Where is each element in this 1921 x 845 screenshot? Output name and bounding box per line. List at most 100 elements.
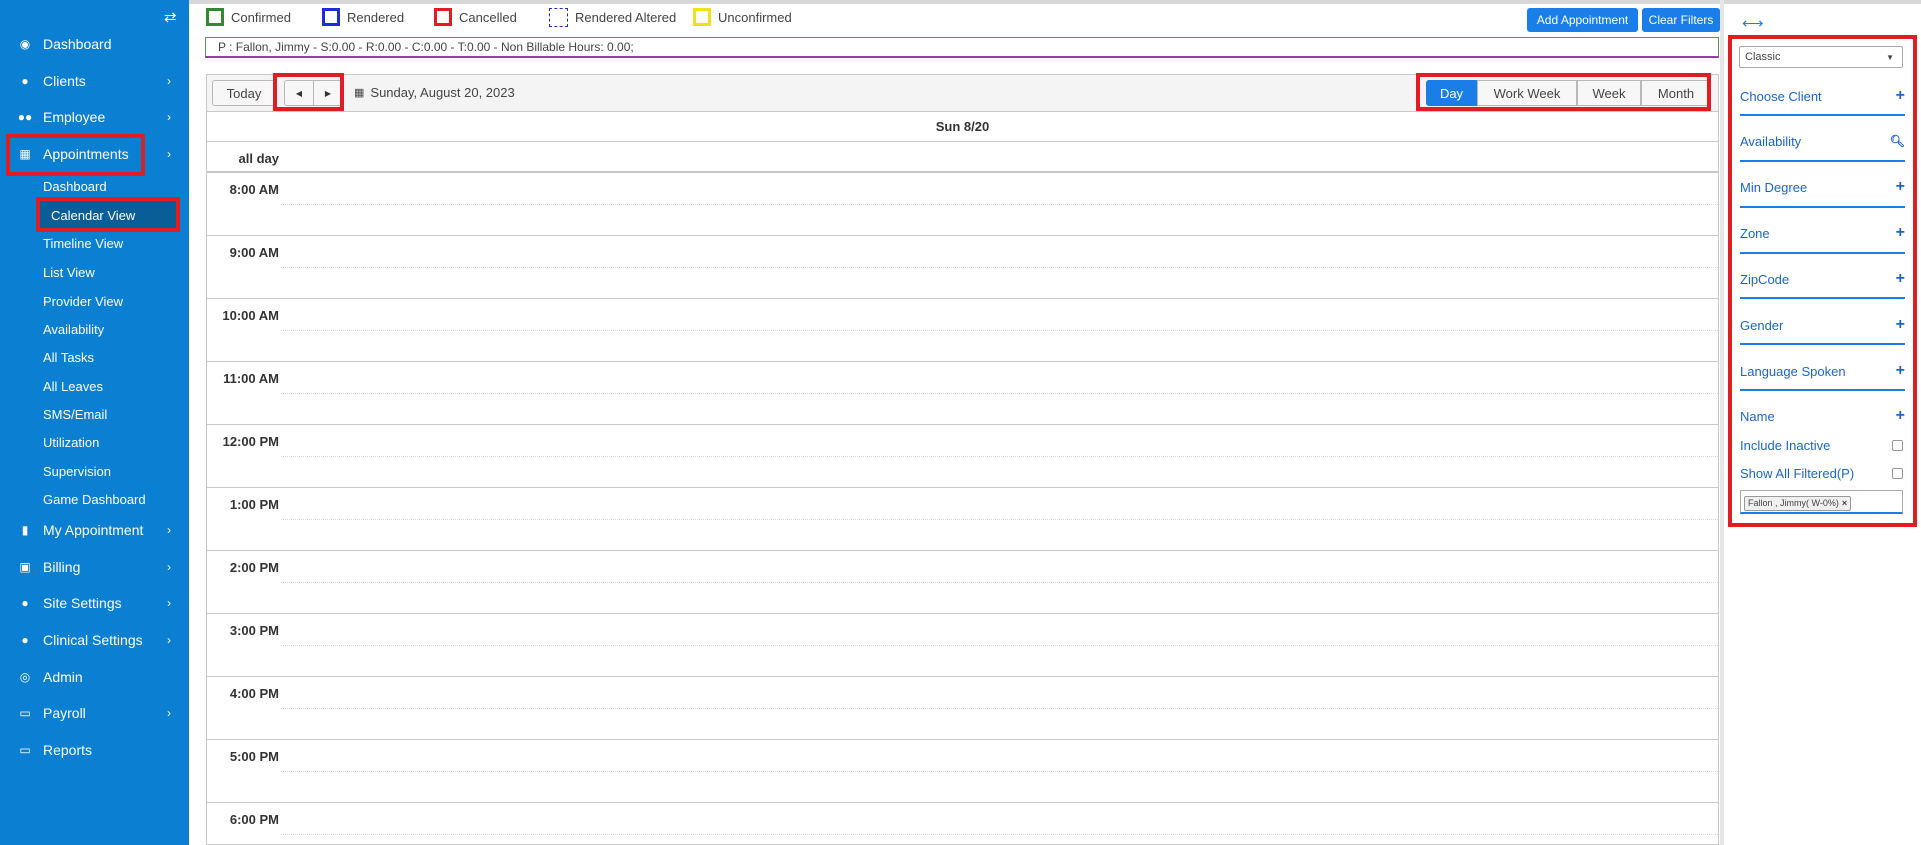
sidebar-item-payroll[interactable]: ▭ Payroll › [0, 698, 189, 728]
half-hour-line [281, 204, 1718, 205]
time-slot[interactable]: 3:00 PM [207, 614, 1718, 677]
sidebar-item-appointments[interactable]: ▦ Appointments › [0, 139, 189, 169]
plus-icon[interactable]: + [1896, 407, 1905, 425]
filter-underline [1740, 160, 1905, 162]
money-icon: ▣ [19, 560, 31, 574]
filter-underline [1740, 252, 1905, 254]
subnav-supervision[interactable]: Supervision [43, 464, 111, 479]
legend-label: Rendered Altered [575, 10, 677, 25]
filter-language-spoken[interactable]: Language Spoken + [1740, 359, 1905, 383]
sidebar-item-label: My Appointment [43, 522, 144, 538]
today-button[interactable]: Today [212, 80, 276, 106]
search-icon[interactable]: 🔍︎ [1890, 134, 1905, 148]
all-day-row[interactable]: all day [207, 142, 1718, 173]
subnav-calendar-view[interactable]: Calendar View [51, 208, 135, 223]
subnav-availability[interactable]: Availability [43, 322, 104, 337]
time-slot[interactable]: 12:00 PM [207, 425, 1718, 488]
plus-icon[interactable]: + [1896, 316, 1905, 334]
users-icon: ●● [17, 110, 33, 124]
chevron-right-icon: › [167, 110, 171, 124]
chevron-right-icon: › [167, 706, 171, 720]
filter-label: Choose Client [1740, 88, 1822, 104]
plus-icon[interactable]: + [1896, 224, 1905, 242]
half-hour-line [281, 456, 1718, 457]
all-day-label: all day [238, 151, 279, 166]
filter-name[interactable]: Name + [1740, 404, 1905, 428]
filter-min-degree[interactable]: Min Degree + [1740, 175, 1905, 199]
subnav-timeline-view[interactable]: Timeline View [43, 236, 123, 251]
subnav-all-leaves[interactable]: All Leaves [43, 379, 103, 394]
legend-label: Cancelled [459, 9, 517, 25]
subnav-utilization[interactable]: Utilization [43, 435, 99, 450]
plus-icon[interactable]: + [1896, 178, 1905, 196]
user-icon: ● [21, 633, 29, 647]
time-slot[interactable]: 2:00 PM [207, 551, 1718, 614]
plus-icon[interactable]: + [1896, 87, 1905, 105]
add-appointment-button[interactable]: Add Appointment [1527, 8, 1638, 32]
sidebar-item-reports[interactable]: ▭ Reports [0, 735, 189, 765]
time-slot[interactable]: 5:00 PM [207, 740, 1718, 803]
subnav-dashboard[interactable]: Dashboard [43, 179, 107, 194]
subnav-provider-view[interactable]: Provider View [43, 294, 123, 309]
legend-cancelled: Cancelled [434, 8, 517, 26]
sidebar-item-clinical-settings[interactable]: ● Clinical Settings › [0, 625, 189, 655]
filter-gender[interactable]: Gender + [1740, 313, 1905, 337]
time-slot[interactable]: 8:00 AM [207, 173, 1718, 236]
sidebar-item-admin[interactable]: ◎ Admin [0, 662, 189, 692]
plus-icon[interactable]: + [1896, 270, 1905, 288]
rendered-swatch [322, 8, 340, 26]
time-slot[interactable]: 6:00 PM [207, 803, 1718, 845]
sidebar-item-clients[interactable]: ● Clients › [0, 66, 189, 96]
plus-icon[interactable]: + [1896, 362, 1905, 380]
time-label: 8:00 AM [229, 182, 279, 197]
sidebar-item-my-appointment[interactable]: ▮ My Appointment › [0, 515, 189, 545]
time-label: 2:00 PM [229, 560, 279, 575]
remove-tag-icon[interactable]: × [1842, 498, 1847, 508]
time-slot[interactable]: 11:00 AM [207, 362, 1718, 425]
filter-choose-client[interactable]: Choose Client + [1740, 84, 1905, 108]
filter-mode-select[interactable]: Classic ▼ [1739, 46, 1903, 68]
sidebar-item-dashboard[interactable]: ◉ Dashboard [0, 29, 189, 59]
filter-availability[interactable]: Availability 🔍︎ [1740, 129, 1905, 153]
filter-label: Zone [1740, 225, 1770, 241]
view-week-button[interactable]: Week [1577, 80, 1641, 106]
show-all-filtered-option[interactable]: Show All Filtered(P) [1740, 461, 1905, 485]
subnav-all-tasks[interactable]: All Tasks [43, 350, 94, 365]
selected-provider-input[interactable]: Fallon , Jimmy( W-0%) × [1740, 490, 1903, 514]
view-work-week-button[interactable]: Work Week [1477, 80, 1577, 106]
sidebar-item-billing[interactable]: ▣ Billing › [0, 552, 189, 582]
view-day-button[interactable]: Day [1426, 80, 1477, 106]
scrollbar[interactable] [1720, 0, 1724, 845]
sidebar-toggle-icon[interactable]: ⇄ [164, 8, 177, 26]
calendar: Today ◀ ▶ ▦ Sunday, August 20, 2023 Day … [206, 74, 1719, 845]
show-all-filtered-checkbox[interactable] [1892, 467, 1903, 479]
time-slot[interactable]: 9:00 AM [207, 236, 1718, 299]
sidebar-item-employee[interactable]: ●● Employee › [0, 102, 189, 132]
filter-zipcode[interactable]: ZipCode + [1740, 267, 1905, 291]
legend-rendered-altered: Rendered Altered [549, 8, 676, 27]
clear-filters-button[interactable]: Clear Filters [1642, 8, 1720, 32]
include-inactive-checkbox[interactable] [1892, 439, 1903, 451]
next-button[interactable]: ▶ [313, 80, 343, 106]
prev-button[interactable]: ◀ [284, 80, 314, 106]
legend-label: Rendered [347, 9, 405, 25]
time-slot[interactable]: 4:00 PM [207, 677, 1718, 740]
subnav-game-dashboard[interactable]: Game Dashboard [43, 492, 146, 507]
filter-underline [1740, 343, 1905, 345]
subnav-list-view[interactable]: List View [43, 265, 95, 280]
option-label: Show All Filtered(P) [1740, 465, 1855, 481]
user-icon: ● [21, 596, 29, 610]
half-hour-line [281, 834, 1718, 835]
expand-arrows-icon[interactable]: ⟷ [1742, 14, 1764, 32]
filter-underline [1740, 389, 1905, 391]
sidebar-item-label: Employee [43, 109, 106, 125]
sidebar-item-site-settings[interactable]: ● Site Settings › [0, 588, 189, 618]
view-month-button[interactable]: Month [1641, 80, 1711, 106]
legend-label: Confirmed [231, 9, 291, 25]
time-label: 11:00 AM [223, 371, 279, 386]
subnav-sms-email[interactable]: SMS/Email [43, 407, 107, 422]
include-inactive-option[interactable]: Include Inactive [1740, 433, 1905, 457]
time-slot[interactable]: 10:00 AM [207, 299, 1718, 362]
filter-zone[interactable]: Zone + [1740, 221, 1905, 245]
time-slot[interactable]: 1:00 PM [207, 488, 1718, 551]
